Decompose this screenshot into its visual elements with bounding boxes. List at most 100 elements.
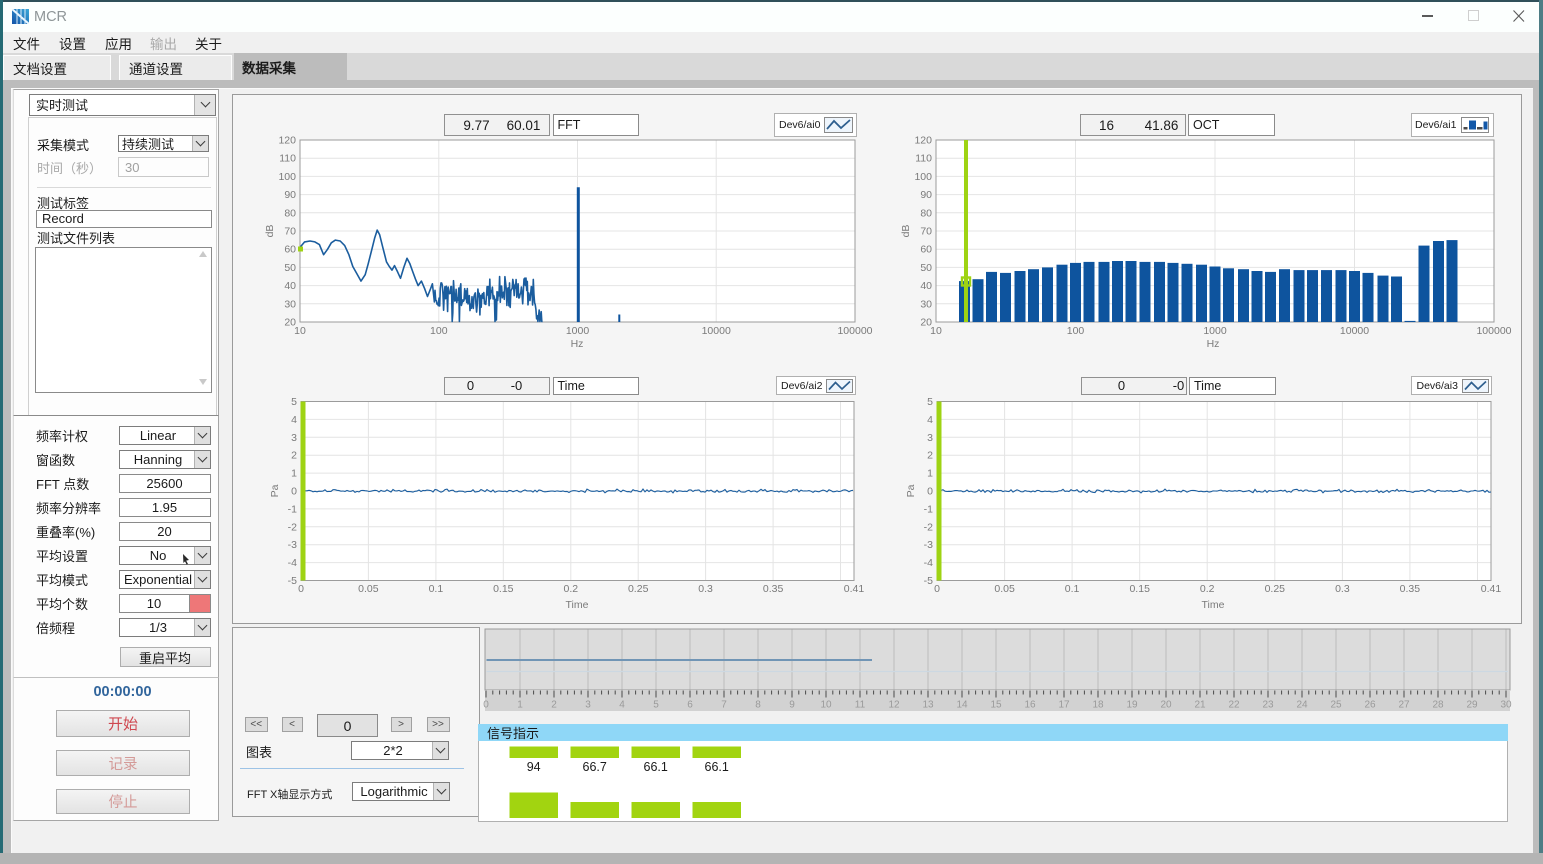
- svg-text:0.25: 0.25: [1265, 583, 1286, 595]
- svg-text:66.7: 66.7: [583, 760, 607, 774]
- svg-text:11: 11: [855, 700, 866, 711]
- svg-text:0.15: 0.15: [493, 583, 514, 595]
- svg-text:66.1: 66.1: [705, 760, 729, 774]
- svg-text:1: 1: [517, 700, 523, 711]
- svg-text:dB: dB: [900, 225, 912, 238]
- svg-text:10: 10: [930, 325, 942, 337]
- svg-text:0: 0: [934, 583, 940, 595]
- svg-text:90: 90: [284, 189, 296, 201]
- svg-text:Hz: Hz: [571, 338, 584, 350]
- svg-text:110: 110: [915, 153, 932, 165]
- svg-text:0: 0: [291, 486, 297, 498]
- svg-text:20: 20: [1160, 700, 1172, 711]
- svg-text:94: 94: [527, 760, 541, 774]
- svg-text:-1: -1: [924, 503, 933, 515]
- svg-text:6: 6: [687, 700, 693, 711]
- svg-text:70: 70: [920, 226, 932, 238]
- svg-text:40: 40: [920, 280, 932, 292]
- svg-text:15: 15: [990, 700, 1002, 711]
- svg-text:1000: 1000: [1203, 325, 1227, 337]
- svg-text:Hz: Hz: [1207, 338, 1220, 350]
- svg-text:50: 50: [284, 262, 296, 274]
- svg-text:-3: -3: [288, 539, 297, 551]
- svg-text:60: 60: [284, 244, 296, 256]
- svg-text:18: 18: [1092, 700, 1104, 711]
- svg-text:0.2: 0.2: [563, 583, 578, 595]
- svg-text:3: 3: [291, 432, 297, 444]
- svg-text:100: 100: [1067, 325, 1085, 337]
- svg-text:30: 30: [1500, 700, 1512, 711]
- svg-text:5: 5: [927, 396, 933, 408]
- svg-text:23: 23: [1262, 700, 1274, 711]
- svg-text:12: 12: [888, 700, 900, 711]
- svg-text:29: 29: [1466, 700, 1478, 711]
- svg-text:10000: 10000: [1340, 325, 1369, 337]
- svg-text:22: 22: [1228, 700, 1240, 711]
- svg-text:25: 25: [1330, 700, 1342, 711]
- svg-text:Time: Time: [566, 599, 589, 611]
- svg-text:4: 4: [619, 700, 625, 711]
- svg-text:80: 80: [920, 207, 932, 219]
- svg-text:17: 17: [1058, 700, 1070, 711]
- svg-text:2: 2: [291, 450, 297, 462]
- svg-text:60: 60: [920, 244, 932, 256]
- svg-text:0.15: 0.15: [1129, 583, 1150, 595]
- svg-text:0: 0: [927, 486, 933, 498]
- svg-text:5: 5: [653, 700, 659, 711]
- svg-text:2: 2: [927, 450, 933, 462]
- svg-text:120: 120: [914, 135, 932, 147]
- svg-text:0: 0: [298, 583, 304, 595]
- svg-text:-5: -5: [288, 575, 297, 587]
- svg-text:100: 100: [278, 171, 296, 183]
- svg-text:0.1: 0.1: [1065, 583, 1080, 595]
- svg-text:3: 3: [927, 432, 933, 444]
- svg-text:30: 30: [284, 298, 296, 310]
- svg-text:-4: -4: [288, 557, 297, 569]
- svg-text:9: 9: [789, 700, 795, 711]
- svg-text:16: 16: [1024, 700, 1036, 711]
- svg-text:24: 24: [1296, 700, 1308, 711]
- svg-text:70: 70: [284, 226, 296, 238]
- svg-text:27: 27: [1398, 700, 1410, 711]
- svg-text:30: 30: [920, 298, 932, 310]
- svg-text:10000: 10000: [702, 325, 731, 337]
- svg-text:66.1: 66.1: [644, 760, 668, 774]
- svg-text:-2: -2: [924, 521, 933, 533]
- svg-text:0.25: 0.25: [628, 583, 649, 595]
- svg-text:10: 10: [820, 700, 832, 711]
- svg-text:5: 5: [291, 396, 297, 408]
- svg-text:100000: 100000: [1476, 325, 1511, 337]
- svg-text:0.3: 0.3: [1335, 583, 1350, 595]
- svg-text:1: 1: [927, 468, 933, 480]
- svg-text:100000: 100000: [837, 325, 872, 337]
- svg-text:-2: -2: [288, 521, 297, 533]
- svg-text:40: 40: [284, 280, 296, 292]
- svg-text:4: 4: [291, 414, 297, 426]
- svg-text:14: 14: [956, 700, 968, 711]
- svg-text:0.41: 0.41: [1481, 583, 1502, 595]
- svg-text:0.05: 0.05: [358, 583, 379, 595]
- svg-text:28: 28: [1432, 700, 1444, 711]
- svg-text:-4: -4: [924, 557, 933, 569]
- svg-text:-5: -5: [924, 575, 933, 587]
- svg-text:13: 13: [922, 700, 934, 711]
- svg-text:2: 2: [551, 700, 557, 711]
- svg-text:Pa: Pa: [269, 484, 281, 497]
- svg-text:19: 19: [1126, 700, 1138, 711]
- svg-text:1000: 1000: [566, 325, 590, 337]
- svg-text:0.1: 0.1: [429, 583, 444, 595]
- svg-text:Time: Time: [1202, 599, 1225, 611]
- svg-text:80: 80: [284, 207, 296, 219]
- svg-text:1: 1: [291, 468, 297, 480]
- svg-text:3: 3: [585, 700, 591, 711]
- svg-text:8: 8: [755, 700, 761, 711]
- svg-text:0.35: 0.35: [763, 583, 784, 595]
- svg-text:dB: dB: [264, 225, 276, 238]
- svg-text:Pa: Pa: [905, 484, 917, 497]
- svg-text:100: 100: [430, 325, 448, 337]
- svg-text:21: 21: [1194, 700, 1206, 711]
- svg-text:0.05: 0.05: [994, 583, 1015, 595]
- svg-text:0.2: 0.2: [1200, 583, 1215, 595]
- svg-text:-1: -1: [288, 503, 297, 515]
- svg-text:10: 10: [294, 325, 306, 337]
